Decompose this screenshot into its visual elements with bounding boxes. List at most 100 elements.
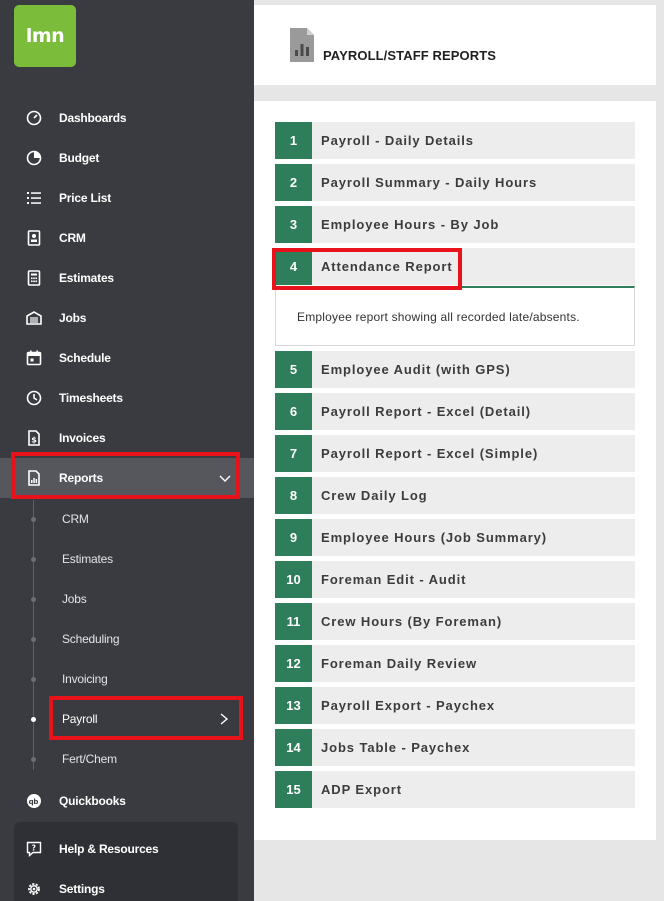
report-number: 5: [275, 351, 312, 388]
report-number: 10: [275, 561, 312, 598]
logo-text: lmn: [25, 25, 65, 47]
sub-item-invoicing[interactable]: Invoicing: [0, 659, 254, 699]
sidebar-item-jobs[interactable]: Jobs: [0, 298, 254, 338]
sidebar-item-crm[interactable]: CRM: [0, 218, 254, 258]
main-content: PAYROLL/STAFF REPORTS 1 Payroll - Daily D…: [254, 0, 664, 901]
sub-item-label: Jobs: [62, 592, 87, 606]
report-row[interactable]: 2 Payroll Summary - Daily Hours: [275, 164, 635, 201]
highlight-box-attendance: [272, 248, 462, 290]
sidebar-item-label: Estimates: [59, 271, 114, 285]
report-row[interactable]: 13 Payroll Export - Paychex: [275, 687, 635, 724]
report-number: 1: [275, 122, 312, 159]
report-number: 2: [275, 164, 312, 201]
report-row[interactable]: 15 ADP Export: [275, 771, 635, 808]
report-label: Employee Hours (Job Summary): [321, 530, 548, 545]
sidebar-item-schedule[interactable]: Schedule: [0, 338, 254, 378]
report-label: Crew Hours (By Foreman): [321, 614, 503, 629]
report-row[interactable]: 3 Employee Hours - By Job: [275, 206, 635, 243]
sidebar-item-label: Dashboards: [59, 111, 127, 125]
report-description-panel: Employee report showing all recorded lat…: [275, 286, 635, 346]
report-row[interactable]: 7 Payroll Report - Excel (Simple): [275, 435, 635, 472]
report-number: 11: [275, 603, 312, 640]
bullet-icon: [31, 516, 36, 522]
report-row[interactable]: 8 Crew Daily Log: [275, 477, 635, 514]
report-row[interactable]: 9 Employee Hours (Job Summary): [275, 519, 635, 556]
invoice-icon: $: [25, 429, 43, 447]
report-label: Jobs Table - Paychex: [321, 740, 471, 755]
sidebar-item-price-list[interactable]: Price List: [0, 178, 254, 218]
highlight-box-payroll: [49, 696, 243, 740]
report-row[interactable]: 14 Jobs Table - Paychex: [275, 729, 635, 766]
sidebar-item-quickbooks[interactable]: qb Quickbooks: [0, 781, 254, 821]
sub-item-label: Fert/Chem: [62, 752, 117, 766]
gauge-icon: [25, 109, 43, 127]
sub-item-label: Invoicing: [62, 672, 108, 686]
bullet-icon: [31, 556, 36, 562]
report-description: Employee report showing all recorded lat…: [297, 310, 580, 324]
report-row[interactable]: 5 Employee Audit (with GPS): [275, 351, 635, 388]
sub-item-scheduling[interactable]: Scheduling: [0, 619, 254, 659]
report-number: 15: [275, 771, 312, 808]
sub-item-estimates[interactable]: Estimates: [0, 539, 254, 579]
quickbooks-icon: qb: [25, 792, 43, 810]
bullet-icon: [31, 756, 36, 762]
report-label: Payroll Summary - Daily Hours: [321, 175, 538, 190]
gear-icon: [25, 880, 43, 898]
svg-text:?: ?: [32, 844, 36, 853]
sub-item-jobs[interactable]: Jobs: [0, 579, 254, 619]
sidebar-item-timesheets[interactable]: Timesheets: [0, 378, 254, 418]
report-number: 3: [275, 206, 312, 243]
sidebar-item-label: Budget: [59, 151, 100, 165]
sidebar-item-dashboards[interactable]: Dashboards: [0, 98, 254, 138]
report-row[interactable]: 1 Payroll - Daily Details: [275, 122, 635, 159]
report-label: Employee Audit (with GPS): [321, 362, 511, 377]
report-number: 8: [275, 477, 312, 514]
highlight-box-reports: [11, 452, 240, 499]
page-title: PAYROLL/STAFF REPORTS: [323, 48, 497, 63]
report-document-icon: [288, 27, 316, 63]
calendar-icon: [25, 349, 43, 367]
pie-chart-icon: [25, 149, 43, 167]
sub-item-label: Scheduling: [62, 632, 120, 646]
report-row[interactable]: 10 Foreman Edit - Audit: [275, 561, 635, 598]
sidebar-item-label: Quickbooks: [59, 794, 126, 808]
sidebar-item-label: Price List: [59, 191, 112, 205]
report-row[interactable]: 12 Foreman Daily Review: [275, 645, 635, 682]
svg-text:qb: qb: [29, 798, 39, 806]
svg-text:$: $: [31, 436, 37, 445]
report-label: Crew Daily Log: [321, 488, 428, 503]
report-number: 14: [275, 729, 312, 766]
sidebar-item-help[interactable]: ? Help & Resources: [0, 829, 254, 869]
help-chat-icon: ?: [25, 840, 43, 858]
bullet-icon: [31, 676, 36, 682]
contact-card-icon: [25, 229, 43, 247]
report-label: Payroll - Daily Details: [321, 133, 474, 148]
list-icon: [25, 189, 43, 207]
sidebar-item-label: Schedule: [59, 351, 111, 365]
report-label: Employee Hours - By Job: [321, 217, 500, 232]
report-number: 7: [275, 435, 312, 472]
report-row[interactable]: 11 Crew Hours (By Foreman): [275, 603, 635, 640]
calculator-icon: [25, 269, 43, 287]
sidebar-item-label: Settings: [59, 882, 105, 896]
sidebar-item-budget[interactable]: Budget: [0, 138, 254, 178]
report-label: Payroll Report - Excel (Simple): [321, 446, 539, 461]
report-row[interactable]: 6 Payroll Report - Excel (Detail): [275, 393, 635, 430]
sidebar-item-label: Timesheets: [59, 391, 123, 405]
sidebar-item-estimates[interactable]: Estimates: [0, 258, 254, 298]
sidebar-item-settings[interactable]: Settings: [0, 869, 254, 901]
report-number: 9: [275, 519, 312, 556]
report-label: Payroll Report - Excel (Detail): [321, 404, 531, 419]
bullet-icon: [31, 596, 36, 602]
lmn-logo[interactable]: lmn: [14, 5, 76, 67]
report-label: Payroll Export - Paychex: [321, 698, 496, 713]
report-label: Foreman Edit - Audit: [321, 572, 467, 587]
sidebar: lmn Dashboards Budget Price List CRM Est…: [0, 0, 254, 901]
report-label: ADP Export: [321, 782, 402, 797]
sub-item-fert-chem[interactable]: Fert/Chem: [0, 739, 254, 779]
report-label: Foreman Daily Review: [321, 656, 477, 671]
report-number: 12: [275, 645, 312, 682]
sub-item-crm[interactable]: CRM: [0, 499, 254, 539]
page-header: PAYROLL/STAFF REPORTS: [254, 5, 656, 85]
bullet-icon: [31, 636, 36, 642]
